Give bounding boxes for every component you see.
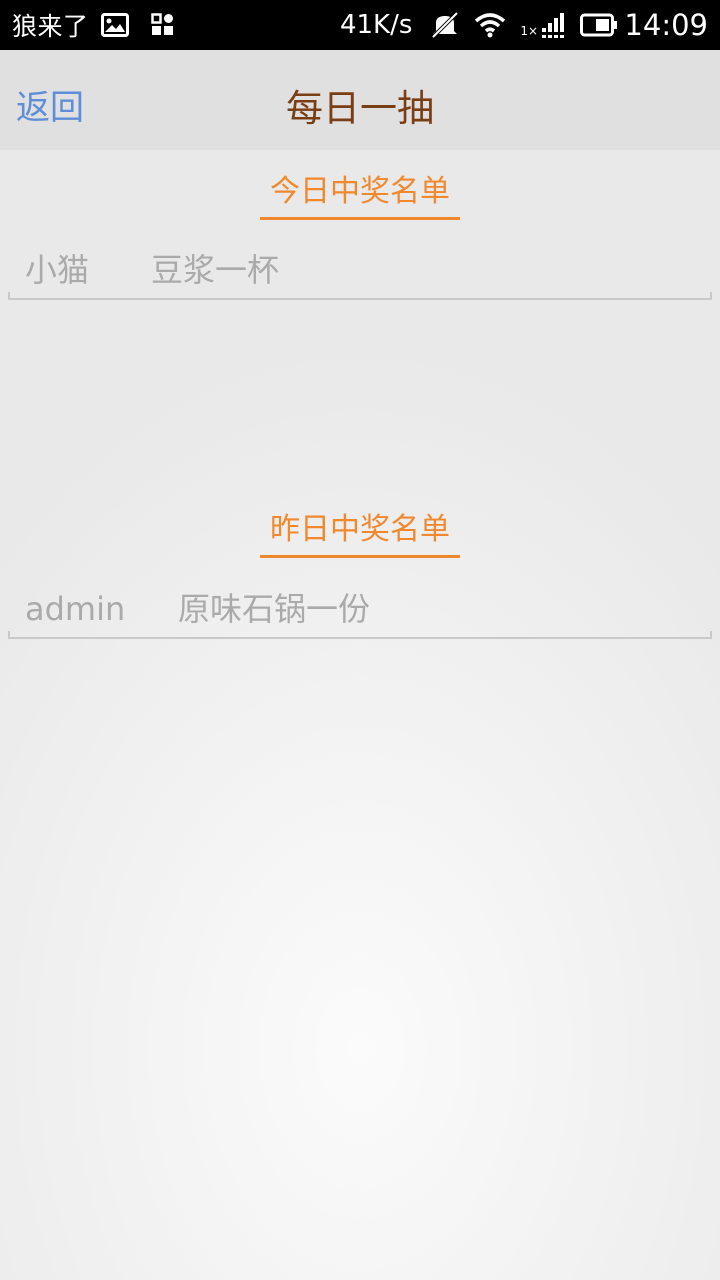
title-bar: 返回 每日一抽 [0,50,720,150]
wifi-icon [474,12,506,38]
winner-prize: 原味石锅一份 [178,590,371,628]
yesterday-winner-row: admin 原味石锅一份 [8,589,712,639]
network-speed: 41K/s [339,10,413,40]
signal-icon: 1× [520,10,566,40]
image-icon [100,13,129,37]
apps-icon [150,13,175,37]
today-winners-header: 今日中奖名单 [260,170,460,220]
status-bar-left: 狼来了 [12,7,175,43]
page-title: 每日一抽 [286,87,434,130]
status-app-name: 狼来了 [12,12,89,41]
battery-icon [580,13,618,37]
today-winner-row: 小猫 豆浆一杯 [8,250,712,300]
status-time: 14:09 [624,8,708,42]
status-bar-right: 41K/s 1× 14:09 [340,8,708,42]
yesterday-winners-header: 昨日中奖名单 [260,508,460,558]
winner-prize: 豆浆一杯 [151,251,280,289]
winner-name: admin [25,590,126,628]
status-bar: 狼来了 41K/s 1× 14:09 [0,0,720,50]
winner-name: 小猫 [25,251,90,289]
mute-icon [430,11,460,39]
signal-label: 1× [520,24,539,38]
